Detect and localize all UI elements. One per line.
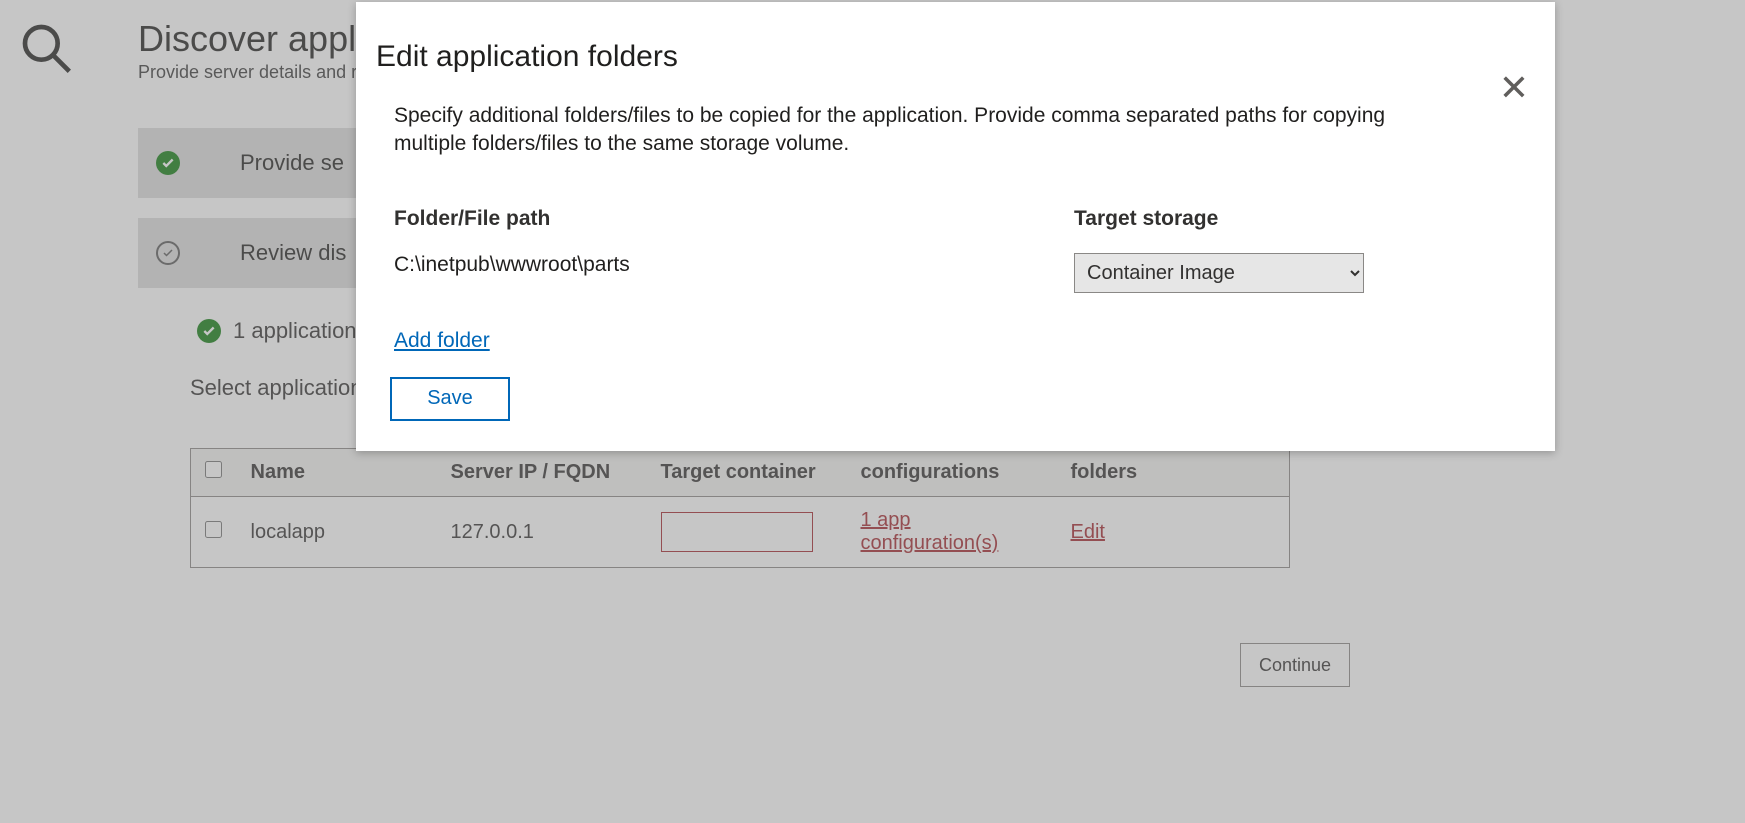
- column-folder-path: Folder/File path: [394, 207, 1074, 231]
- modal-description: Specify additional folders/files to be c…: [394, 102, 1444, 159]
- column-target-storage: Target storage: [1074, 207, 1374, 231]
- modal-title: Edit application folders: [376, 40, 1519, 74]
- add-folder-link[interactable]: Add folder: [394, 329, 490, 353]
- target-storage-select[interactable]: Container Image: [1074, 253, 1364, 293]
- save-button[interactable]: Save: [390, 377, 510, 421]
- close-icon[interactable]: ✕: [1499, 70, 1529, 106]
- edit-application-folders-modal: Edit application folders ✕ Specify addit…: [356, 2, 1555, 451]
- folder-path-value: C:\inetpub\wwwroot\parts: [394, 253, 1074, 293]
